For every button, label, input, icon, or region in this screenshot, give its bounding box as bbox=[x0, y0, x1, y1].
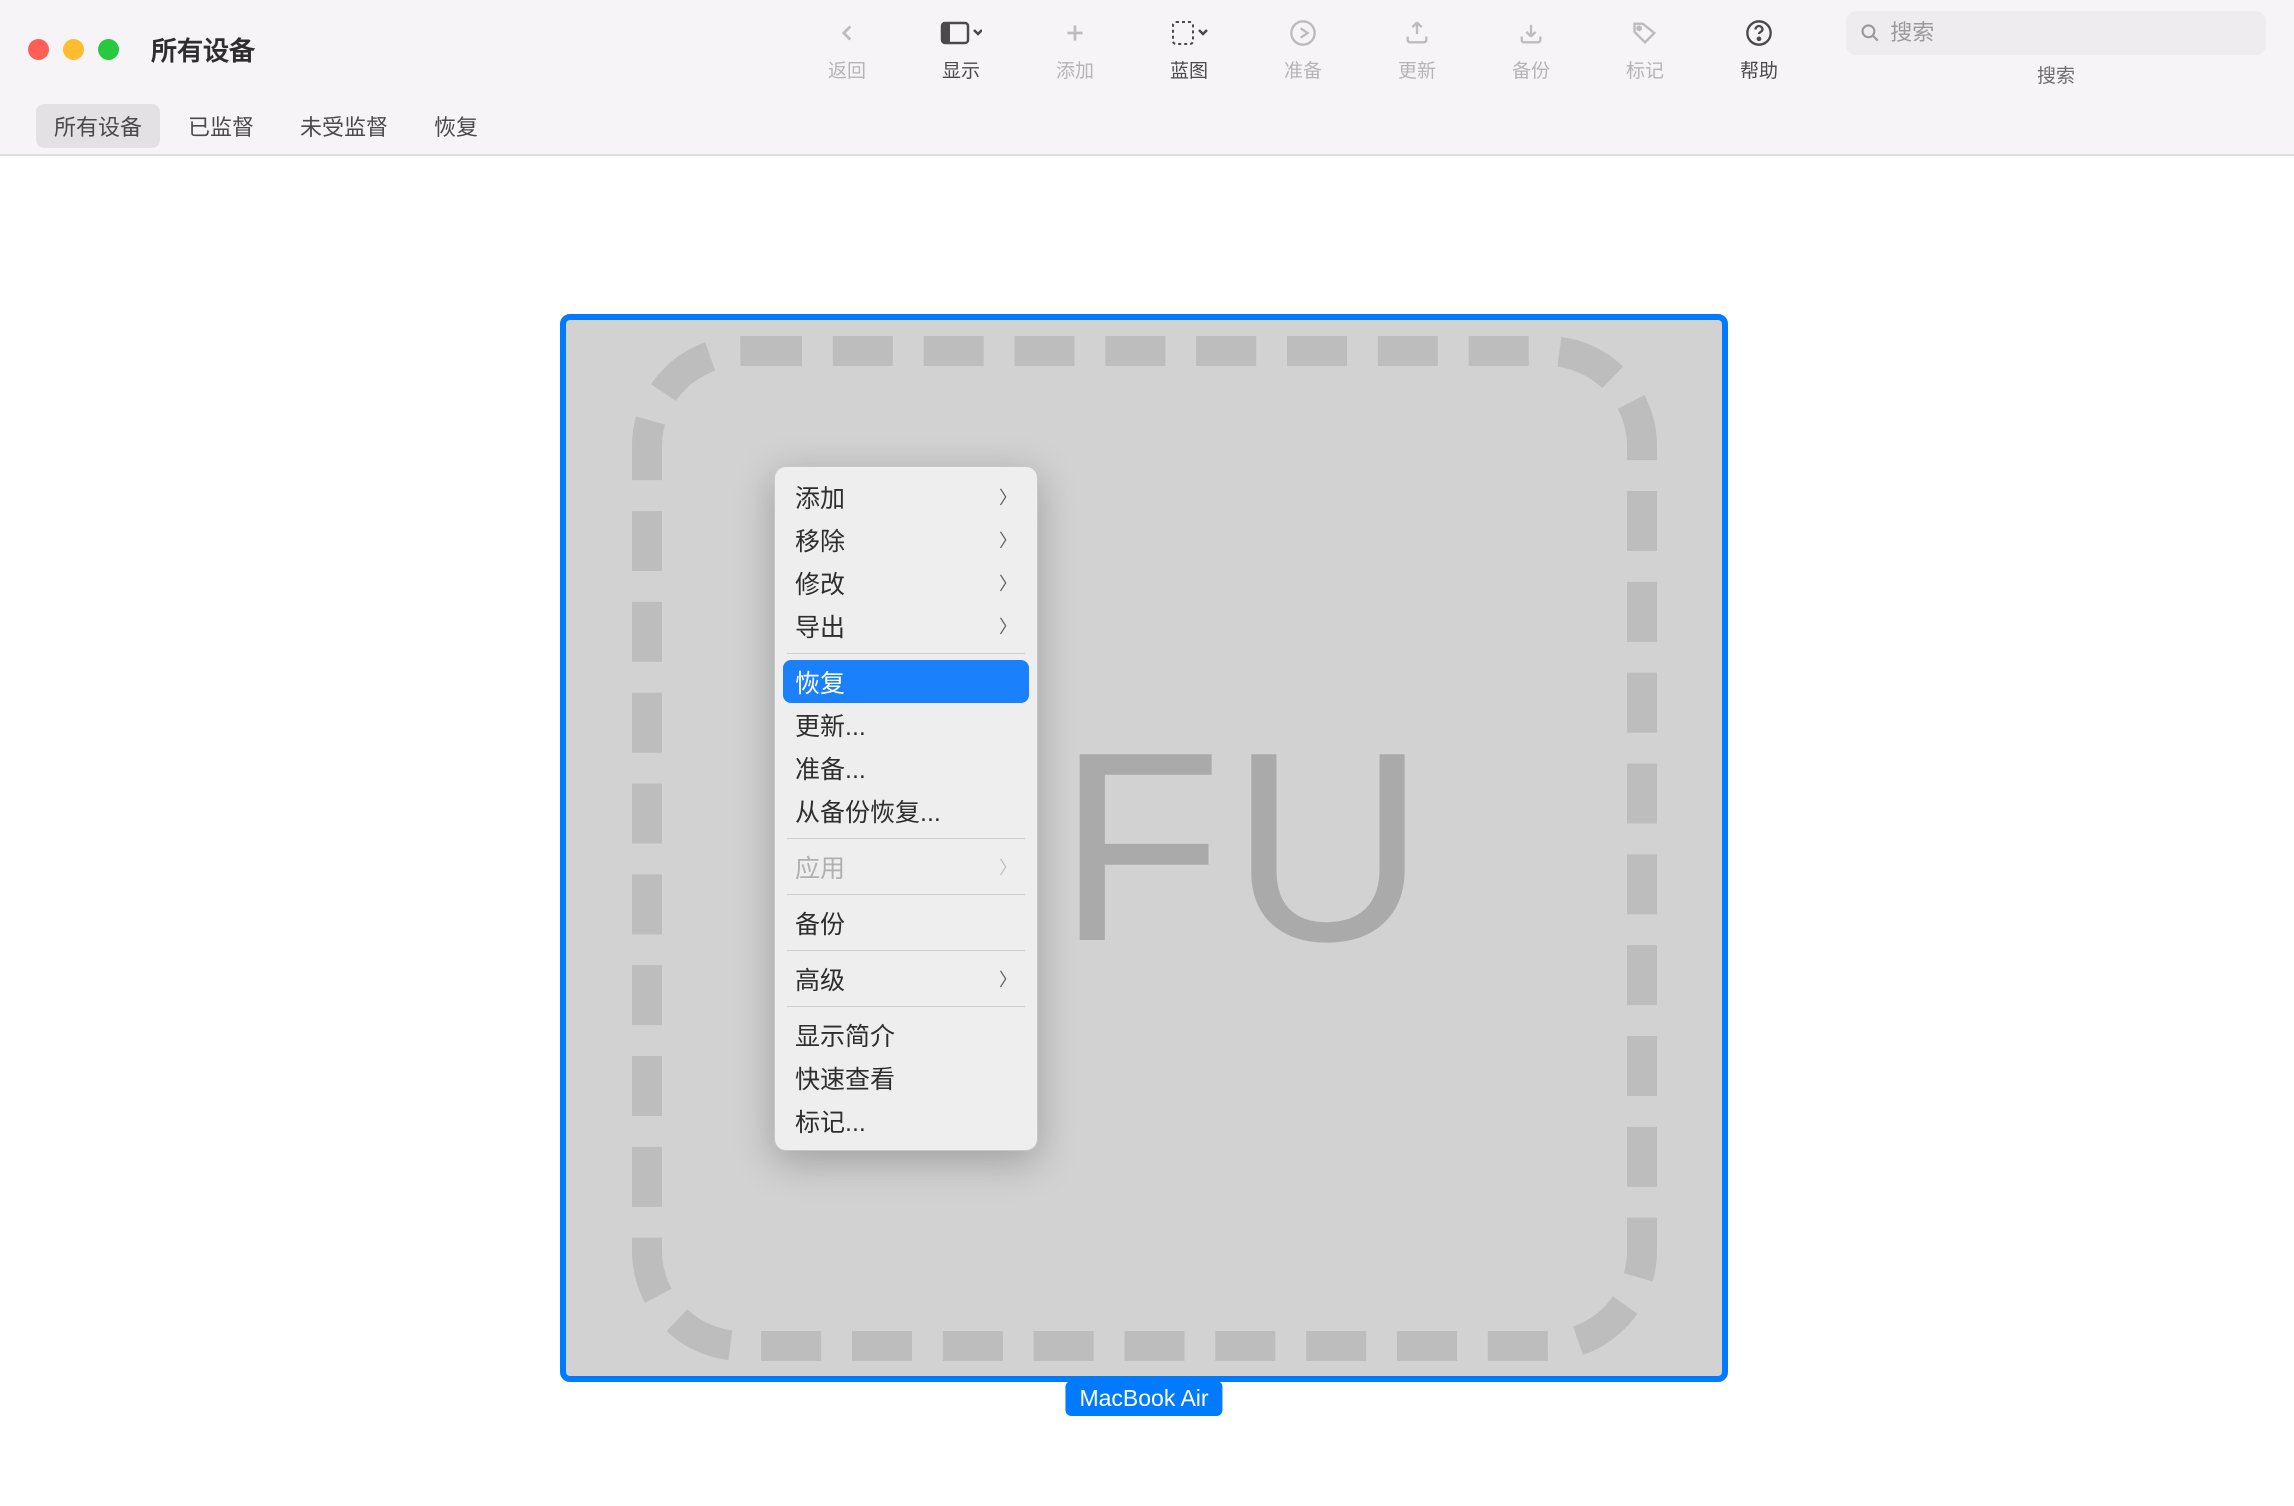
toolbar-backup[interactable]: 备份 bbox=[1496, 16, 1566, 83]
toolbar-prepare[interactable]: 准备 bbox=[1268, 16, 1338, 83]
toolbar-update[interactable]: 更新 bbox=[1382, 16, 1452, 83]
display-icon bbox=[940, 16, 982, 50]
blueprint-icon bbox=[1169, 16, 1209, 50]
chevron-right-icon: 〉 bbox=[999, 613, 1017, 639]
menu-advanced-label: 高级 bbox=[795, 961, 845, 997]
menu-tag-label: 标记... bbox=[795, 1103, 866, 1139]
back-icon bbox=[834, 16, 860, 50]
tab-all-devices[interactable]: 所有设备 bbox=[36, 104, 160, 148]
menu-apply: 应用 〉 bbox=[775, 845, 1037, 888]
toolbar-tag[interactable]: 标记 bbox=[1610, 16, 1680, 83]
toolbar-back-label: 返回 bbox=[828, 56, 866, 83]
tag-icon bbox=[1631, 16, 1659, 50]
minimize-window-button[interactable] bbox=[63, 39, 84, 60]
close-window-button[interactable] bbox=[28, 39, 49, 60]
toolbar-prepare-label: 准备 bbox=[1284, 56, 1322, 83]
toolbar-help[interactable]: 帮助 bbox=[1724, 16, 1794, 83]
menu-quick-look-label: 快速查看 bbox=[795, 1060, 895, 1096]
menu-export-label: 导出 bbox=[795, 608, 845, 644]
menu-restore-from-backup-label: 从备份恢复... bbox=[795, 793, 941, 829]
menu-add[interactable]: 添加 〉 bbox=[775, 475, 1037, 518]
menu-backup[interactable]: 备份 bbox=[775, 901, 1037, 944]
menu-apply-label: 应用 bbox=[795, 849, 845, 885]
window-title: 所有设备 bbox=[151, 31, 255, 68]
menu-separator bbox=[787, 838, 1025, 839]
chevron-right-icon: 〉 bbox=[999, 484, 1017, 510]
menu-restore-label: 恢复 bbox=[795, 664, 845, 700]
menu-modify[interactable]: 修改 〉 bbox=[775, 561, 1037, 604]
chevron-right-icon: 〉 bbox=[999, 570, 1017, 596]
menu-update[interactable]: 更新... bbox=[775, 703, 1037, 746]
maximize-window-button[interactable] bbox=[98, 39, 119, 60]
search-icon bbox=[1860, 22, 1880, 44]
toolbar-help-label: 帮助 bbox=[1740, 56, 1778, 83]
toolbar-back[interactable]: 返回 bbox=[812, 16, 882, 83]
toolbar-add-label: 添加 bbox=[1056, 56, 1094, 83]
toolbar-add[interactable]: 添加 bbox=[1040, 16, 1110, 83]
chevron-right-icon: 〉 bbox=[999, 854, 1017, 880]
menu-export[interactable]: 导出 〉 bbox=[775, 604, 1037, 647]
toolbar-blueprint[interactable]: 蓝图 bbox=[1154, 16, 1224, 83]
traffic-lights bbox=[28, 39, 119, 60]
menu-prepare-label: 准备... bbox=[795, 750, 866, 786]
menu-separator bbox=[787, 894, 1025, 895]
add-icon bbox=[1062, 16, 1088, 50]
tab-unsupervised[interactable]: 未受监督 bbox=[282, 104, 406, 148]
help-icon bbox=[1745, 16, 1773, 50]
tab-recovery[interactable]: 恢复 bbox=[416, 104, 496, 148]
content-area: DFU MacBook Air 添加 〉 移除 〉 修改 〉 导出 〉 恢复 更… bbox=[0, 156, 2294, 1506]
toolbar-search-label: 搜索 bbox=[2037, 61, 2075, 88]
menu-update-label: 更新... bbox=[795, 707, 866, 743]
menu-remove-label: 移除 bbox=[795, 522, 845, 558]
toolbar-blueprint-label: 蓝图 bbox=[1170, 56, 1208, 83]
menu-restore-from-backup[interactable]: 从备份恢复... bbox=[775, 789, 1037, 832]
menu-restore[interactable]: 恢复 bbox=[783, 660, 1029, 703]
menu-quick-look[interactable]: 快速查看 bbox=[775, 1056, 1037, 1099]
menu-separator bbox=[787, 653, 1025, 654]
menu-separator bbox=[787, 1006, 1025, 1007]
search-input[interactable] bbox=[1890, 20, 2252, 46]
chevron-right-icon: 〉 bbox=[999, 527, 1017, 553]
tabbar: 所有设备 已监督 未受监督 恢复 bbox=[0, 98, 2294, 156]
toolbar-display-label: 显示 bbox=[942, 56, 980, 83]
menu-advanced[interactable]: 高级 〉 bbox=[775, 957, 1037, 1000]
device-label: MacBook Air bbox=[1065, 1381, 1222, 1416]
prepare-icon bbox=[1289, 16, 1317, 50]
chevron-right-icon: 〉 bbox=[999, 966, 1017, 992]
menu-prepare[interactable]: 准备... bbox=[775, 746, 1037, 789]
backup-icon bbox=[1517, 16, 1545, 50]
device-tile-selected[interactable]: DFU MacBook Air bbox=[560, 314, 1728, 1382]
titlebar-toolbar: 所有设备 返回 显示 添加 蓝图 准备 bbox=[0, 0, 2294, 98]
toolbar-tag-label: 标记 bbox=[1626, 56, 1664, 83]
menu-backup-label: 备份 bbox=[795, 905, 845, 941]
toolbar-backup-label: 备份 bbox=[1512, 56, 1550, 83]
update-icon bbox=[1403, 16, 1431, 50]
toolbar-search: 搜索 bbox=[1846, 11, 2266, 88]
tab-supervised[interactable]: 已监督 bbox=[170, 104, 272, 148]
toolbar-update-label: 更新 bbox=[1398, 56, 1436, 83]
context-menu: 添加 〉 移除 〉 修改 〉 导出 〉 恢复 更新... 准备... 从备份恢复… bbox=[774, 466, 1038, 1151]
menu-modify-label: 修改 bbox=[795, 565, 845, 601]
toolbar-display[interactable]: 显示 bbox=[926, 16, 996, 83]
menu-show-info-label: 显示简介 bbox=[795, 1017, 895, 1053]
menu-separator bbox=[787, 950, 1025, 951]
menu-show-info[interactable]: 显示简介 bbox=[775, 1013, 1037, 1056]
menu-tag[interactable]: 标记... bbox=[775, 1099, 1037, 1142]
menu-remove[interactable]: 移除 〉 bbox=[775, 518, 1037, 561]
menu-add-label: 添加 bbox=[795, 479, 845, 515]
search-box[interactable] bbox=[1846, 11, 2266, 55]
